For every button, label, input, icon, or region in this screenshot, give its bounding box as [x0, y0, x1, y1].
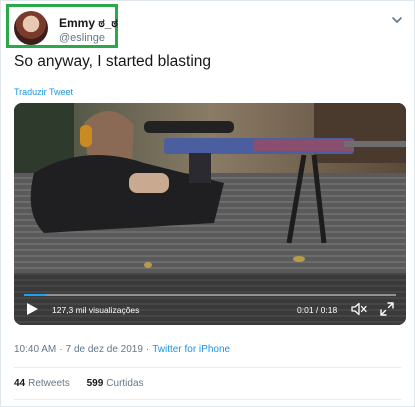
video-time: 0:01 / 0:18	[297, 305, 338, 315]
play-icon[interactable]	[25, 302, 39, 316]
tweet-card: Emmy ಠ_ಠ @eslinge So anyway, I started b…	[0, 0, 415, 407]
caret-down-icon[interactable]	[390, 13, 404, 27]
author-block[interactable]: Emmy ಠ_ಠ @eslinge	[6, 4, 118, 48]
retweets-label: Retweets	[28, 378, 70, 389]
tweet-stats: 44 Retweets 599 Curtidas	[14, 378, 158, 389]
meta-separator: ·	[59, 344, 63, 355]
retweets-stat[interactable]: 44 Retweets	[14, 378, 70, 389]
tweet-meta: 10:40 AM · 7 de dez de 2019 · Twitter for iP…	[14, 344, 230, 355]
video-player[interactable]: 127,3 mil visualizações 0:01 / 0:18	[14, 103, 406, 325]
retweets-count: 44	[14, 378, 26, 389]
video-progress-fill	[24, 294, 47, 296]
translate-link[interactable]: Traduzir Tweet	[14, 87, 73, 97]
likes-label: Curtidas	[106, 378, 144, 389]
video-progress-track[interactable]	[24, 294, 396, 296]
handle[interactable]: @eslinge	[59, 32, 105, 44]
divider	[14, 367, 401, 368]
tweet-time[interactable]: 10:40 AM	[14, 344, 56, 355]
avatar[interactable]	[14, 11, 48, 45]
tweet-date[interactable]: 7 de dez de 2019	[66, 344, 143, 355]
tweet-source[interactable]: Twitter for iPhone	[152, 344, 230, 355]
fullscreen-icon[interactable]	[380, 302, 394, 316]
video-frame	[14, 103, 406, 325]
display-name[interactable]: Emmy ಠ_ಠ	[59, 16, 118, 31]
mute-icon[interactable]	[351, 302, 367, 316]
likes-stat[interactable]: 599 Curtidas	[87, 378, 144, 389]
meta-separator-2: ·	[145, 344, 150, 355]
divider-bottom	[14, 399, 401, 400]
video-views: 127,3 mil visualizações	[52, 305, 140, 315]
likes-count: 599	[86, 378, 104, 389]
tweet-text: So anyway, I started blasting	[14, 53, 212, 70]
